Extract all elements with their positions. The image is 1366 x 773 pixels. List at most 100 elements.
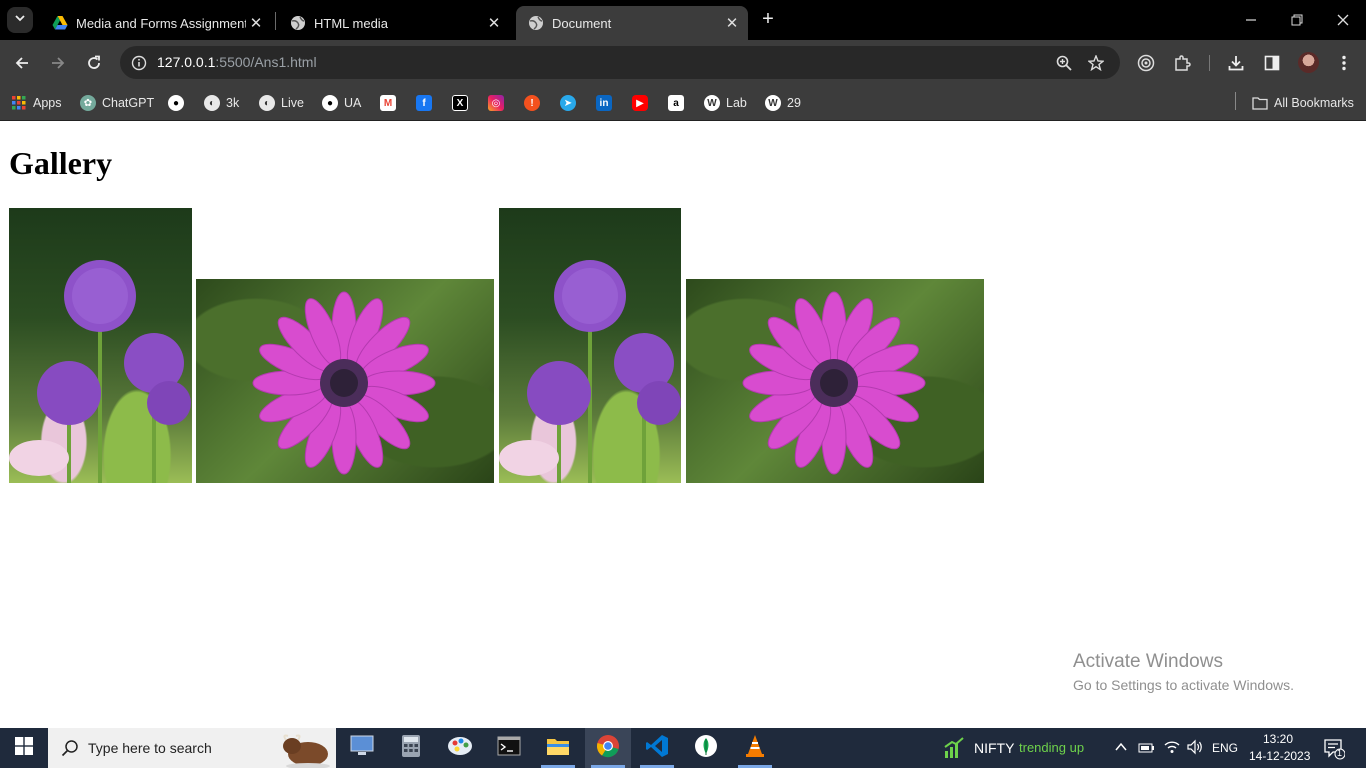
activate-windows-title: Activate Windows (1073, 651, 1223, 672)
amazon-icon: a (668, 95, 684, 111)
bookmark-label: Lab (726, 96, 747, 110)
folder-icon (546, 736, 570, 761)
gallery-image-daisy-1 (196, 279, 494, 483)
taskbar-app-calculator[interactable] (388, 728, 434, 768)
volume-icon[interactable] (1186, 739, 1204, 760)
mongodb-leaf-icon (694, 734, 718, 763)
close-icon[interactable]: ✕ (722, 13, 742, 33)
extension-icon[interactable] (1133, 50, 1159, 76)
tab-separator (275, 12, 276, 30)
taskbar-app-paint[interactable] (437, 728, 483, 768)
reload-button[interactable] (81, 50, 107, 76)
minimize-button[interactable] (1228, 0, 1274, 40)
close-icon[interactable]: ✕ (246, 13, 266, 33)
activate-windows-subtitle: Go to Settings to activate Windows. (1073, 677, 1294, 693)
globe-icon (528, 15, 544, 31)
taskbar-app-vlc[interactable] (732, 728, 778, 768)
bookmark-label: 29 (787, 96, 801, 110)
bookmark-chatgpt[interactable]: ✿ ChatGPT (80, 91, 154, 115)
tab-media-forms[interactable]: Media and Forms Assignment.p ✕ (40, 6, 272, 40)
bookmark-label: Live (281, 96, 304, 110)
nifty-status[interactable]: trending up (1019, 740, 1084, 755)
nifty-label[interactable]: NIFTY (974, 740, 1014, 756)
bookmark-alert[interactable]: ! (524, 91, 546, 115)
taskbar-app-remote-desktop[interactable] (339, 728, 385, 768)
bookmark-label: Apps (33, 96, 62, 110)
globe-icon: ◐ (259, 95, 275, 111)
battery-icon[interactable] (1138, 740, 1156, 761)
chevron-down-icon (14, 11, 26, 29)
close-icon[interactable]: ✕ (484, 13, 504, 33)
bookmark-x[interactable]: X (452, 91, 474, 115)
clock-date[interactable]: 14-12-2023 (1249, 749, 1310, 763)
start-button[interactable] (0, 728, 48, 768)
side-panel-icon[interactable] (1259, 50, 1285, 76)
google-drive-icon (52, 15, 68, 31)
chrome-icon (596, 734, 620, 763)
bookmark-label: ChatGPT (102, 96, 155, 110)
all-bookmarks-label: All Bookmarks (1274, 96, 1354, 110)
language-indicator[interactable]: ENG (1212, 741, 1238, 755)
restore-button[interactable] (1274, 0, 1320, 40)
taskbar-app-mongodb[interactable] (683, 728, 729, 768)
back-button[interactable] (9, 50, 35, 76)
bookmark-linkedin[interactable]: in (596, 91, 618, 115)
bookmark-youtube[interactable]: ▶ (632, 91, 654, 115)
bookmarks-bar: Apps ✿ ChatGPT ● ◐ 3k ◐ Live ● UA M f X … (0, 85, 1366, 121)
taskbar-app-chrome[interactable] (585, 728, 631, 768)
calculator-icon (401, 734, 421, 763)
close-window-button[interactable] (1320, 0, 1366, 40)
vlc-cone-icon (744, 734, 766, 763)
taskbar-app-terminal[interactable] (486, 728, 532, 768)
paint-palette-icon (447, 735, 473, 762)
extensions-puzzle-icon[interactable] (1169, 50, 1195, 76)
profile-avatar[interactable] (1298, 52, 1319, 73)
taskbar-search-box[interactable]: Type here to search (48, 728, 336, 769)
notification-icon[interactable]: 1 (1323, 738, 1346, 765)
url-text[interactable]: 127.0.0.1:5500/Ans1.html (157, 54, 317, 70)
chevron-up-icon[interactable] (1114, 740, 1128, 759)
bookmark-amazon[interactable]: a (668, 91, 690, 115)
clock-time[interactable]: 13:20 (1263, 732, 1293, 746)
site-info-icon[interactable] (128, 52, 150, 74)
zoom-icon[interactable] (1053, 52, 1075, 74)
page-heading: Gallery (9, 145, 113, 181)
facebook-icon: f (416, 95, 432, 111)
bookmark-star-icon[interactable] (1085, 52, 1107, 74)
alert-icon: ! (524, 95, 540, 111)
forward-button[interactable] (45, 50, 71, 76)
bookmark-29[interactable]: W 29 (765, 91, 801, 115)
bookmarks-separator (1235, 92, 1236, 110)
windows-logo-icon (15, 736, 33, 760)
bookmark-apps[interactable]: Apps (11, 91, 62, 115)
wifi-icon[interactable] (1163, 739, 1181, 760)
search-placeholder: Type here to search (88, 740, 212, 756)
bookmark-ua[interactable]: ● UA (322, 91, 361, 115)
bookmark-lab[interactable]: W Lab (704, 91, 747, 115)
bookmark-gmail[interactable]: M (380, 91, 402, 115)
tab-document[interactable]: Document ✕ (516, 6, 748, 40)
bookmark-3k[interactable]: ◐ 3k (204, 91, 239, 115)
new-tab-button[interactable]: + (757, 9, 779, 31)
toolbar-divider (1209, 55, 1210, 71)
taskbar-app-vscode[interactable] (634, 728, 680, 768)
tab-html-media[interactable]: HTML media ✕ (278, 6, 510, 40)
menu-kebab-icon[interactable] (1331, 50, 1357, 76)
github-icon: ● (322, 95, 338, 111)
taskbar-app-file-explorer[interactable] (535, 728, 581, 768)
bookmark-github[interactable]: ● (168, 91, 190, 115)
download-icon[interactable] (1223, 50, 1249, 76)
apps-grid-icon (11, 95, 27, 111)
url-host: 127.0.0.1 (157, 54, 216, 70)
gallery-image-allium-2 (499, 208, 681, 483)
bookmark-telegram[interactable]: ➤ (560, 91, 582, 115)
bookmark-instagram[interactable]: ◎ (488, 91, 510, 115)
tab-search-button[interactable] (7, 7, 33, 33)
all-bookmarks-button[interactable]: All Bookmarks (1252, 91, 1354, 115)
notification-count: 1 (1337, 748, 1343, 758)
wordpress-icon: W (704, 95, 720, 111)
gmail-icon: M (380, 95, 396, 111)
address-bar[interactable]: 127.0.0.1:5500/Ans1.html (120, 46, 1120, 79)
bookmark-facebook[interactable]: f (416, 91, 438, 115)
bookmark-live[interactable]: ◐ Live (259, 91, 304, 115)
